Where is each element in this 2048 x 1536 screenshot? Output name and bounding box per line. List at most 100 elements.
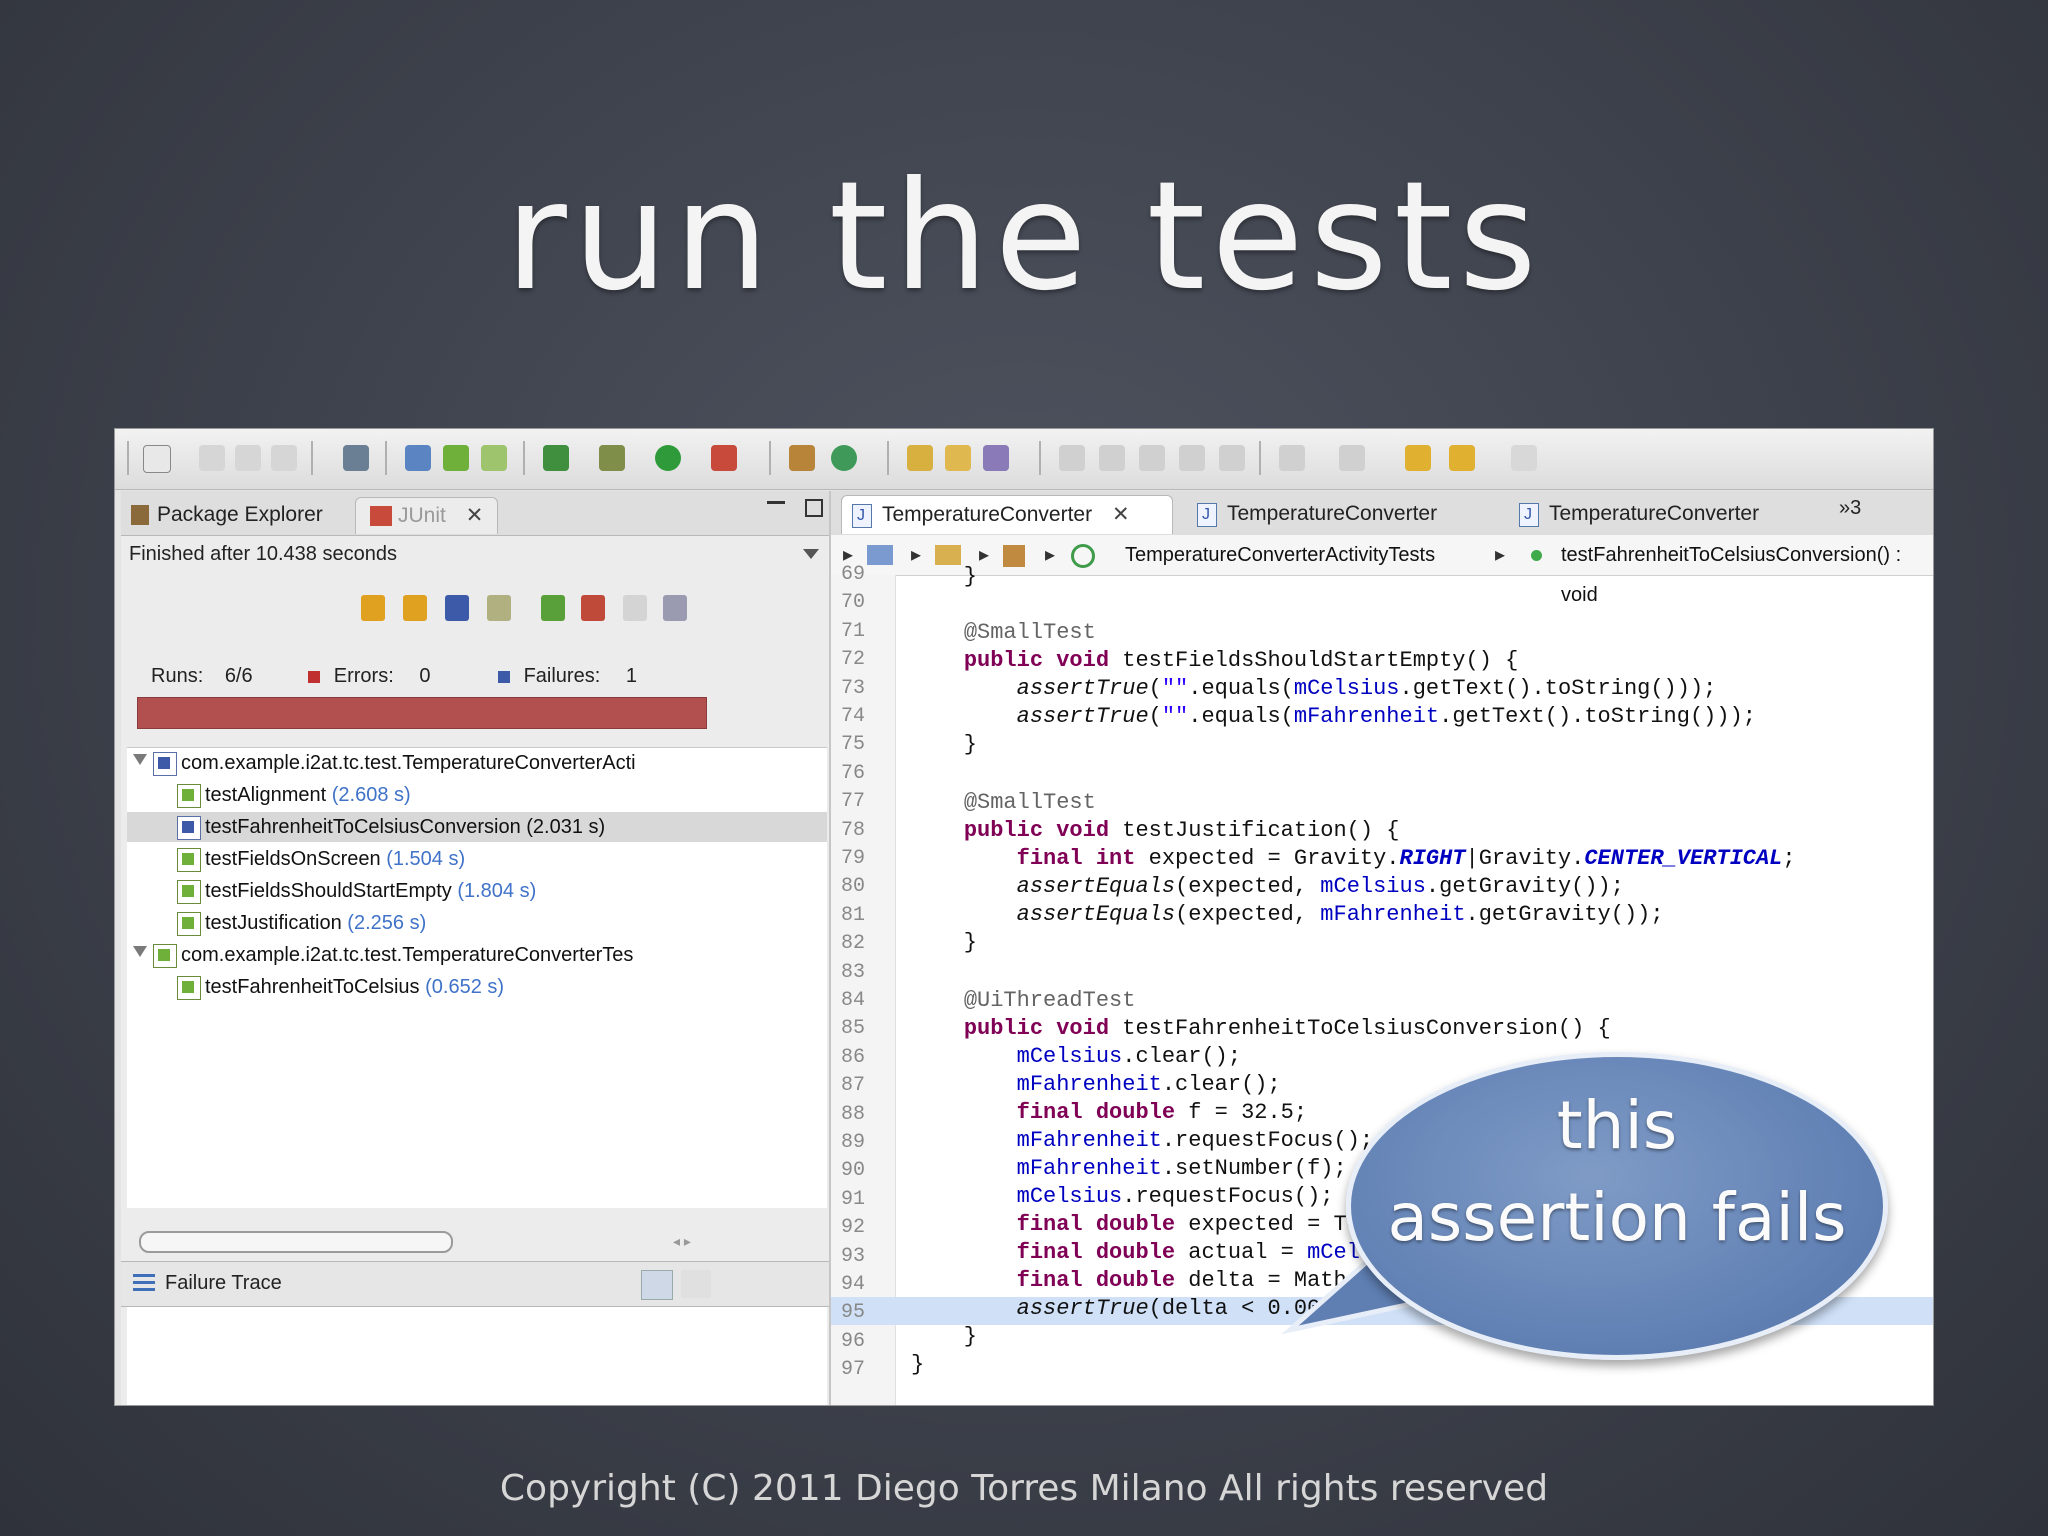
next-failure-icon[interactable]	[361, 595, 385, 621]
main-toolbar	[115, 429, 1933, 490]
show-failures-only-icon[interactable]	[445, 595, 469, 621]
open-type-icon[interactable]	[907, 445, 933, 471]
tree-test[interactable]: testJustification (2.256 s)	[127, 908, 827, 938]
tree-test[interactable]: testFieldsShouldStartEmpty (1.804 s)	[127, 876, 827, 906]
code-line: }	[911, 1324, 978, 1349]
external-tools-icon[interactable]	[711, 445, 737, 471]
code-line: @SmallTest	[963, 620, 1096, 645]
maximize-icon[interactable]	[805, 499, 823, 517]
tree-label: testFieldsOnScreen (1.504 s)	[205, 844, 465, 874]
more-tabs[interactable]: »3	[1839, 497, 1861, 520]
rerun-failed-icon[interactable]	[581, 595, 605, 621]
new-junit-icon[interactable]	[443, 445, 469, 471]
line-number: 82	[841, 932, 866, 956]
code-line: }	[911, 1352, 925, 1377]
compare-icon[interactable]	[681, 1270, 711, 1298]
test-pass-icon	[177, 912, 201, 936]
open-folder-icon[interactable]	[945, 445, 971, 471]
code-line: mCelsius.clear();	[1016, 1044, 1242, 1069]
failure-icon	[498, 670, 510, 683]
source-folder-icon[interactable]	[935, 545, 961, 565]
package-icon	[131, 505, 149, 526]
new-java-class-icon[interactable]	[789, 445, 815, 471]
close-icon[interactable]: ✕	[1112, 503, 1130, 526]
close-icon[interactable]: ✕	[466, 504, 484, 527]
editor-tab[interactable]: TemperatureConverter	[1509, 495, 1839, 534]
rerun-icon[interactable]	[541, 595, 565, 621]
stop-icon[interactable]	[623, 595, 647, 621]
download-icon[interactable]	[343, 445, 369, 471]
breadcrumb-class[interactable]: TemperatureConverterActivityTests	[1125, 535, 1435, 575]
code-line: }	[911, 732, 978, 757]
paragraph-icon[interactable]	[1219, 445, 1245, 471]
run-icon[interactable]	[655, 445, 681, 471]
print-icon[interactable]	[271, 445, 297, 471]
history-icon[interactable]	[663, 595, 687, 621]
debug-icon[interactable]	[599, 445, 625, 471]
tree-label: testFieldsShouldStartEmpty (1.804 s)	[205, 876, 536, 906]
editor-tab-active[interactable]: TemperatureConverter ✕	[841, 495, 1173, 535]
forward-icon[interactable]	[1511, 445, 1537, 471]
line-number: 81	[841, 903, 866, 927]
failure-trace-label: Failure Trace	[165, 1272, 282, 1294]
horizontal-scrollbar[interactable]: ◂ ▸	[139, 1231, 707, 1253]
last-edit-icon[interactable]	[1405, 445, 1431, 471]
test-name: testAlignment	[205, 784, 327, 806]
chevron-right-icon: ▸	[979, 544, 990, 566]
editor-tab[interactable]: TemperatureConverter	[1187, 495, 1527, 534]
toolbar-separator	[1039, 441, 1041, 475]
code-line: final double f = 32.5;	[1016, 1100, 1308, 1125]
expand-icon[interactable]	[133, 754, 147, 765]
view-menu-icon[interactable]	[803, 549, 819, 559]
tree-test-selected[interactable]: testFahrenheitToCelsiusConversion (2.031…	[127, 812, 827, 842]
toolbar-separator	[311, 441, 313, 475]
toggle-mark-icon[interactable]	[1059, 445, 1085, 471]
slide-title: run the tests	[505, 150, 1543, 324]
line-number: 89	[841, 1131, 866, 1154]
tree-suite[interactable]: com.example.i2at.tc.test.TemperatureConv…	[127, 748, 827, 778]
new-class-icon[interactable]	[481, 445, 507, 471]
minimize-icon[interactable]	[767, 501, 785, 504]
next-annotation-icon[interactable]	[1279, 445, 1305, 471]
line-number: 96	[841, 1329, 866, 1353]
test-time: (2.608 s)	[331, 784, 411, 806]
package-icon[interactable]	[1003, 545, 1025, 567]
line-number: 70	[841, 591, 866, 615]
tree-test[interactable]: testFieldsOnScreen (1.504 s)	[127, 844, 827, 874]
scroll-lock-icon[interactable]	[487, 595, 511, 621]
search-icon[interactable]	[983, 445, 1009, 471]
expand-icon[interactable]	[133, 946, 147, 957]
callout-line-2: assertion fails	[1387, 1179, 1847, 1256]
scroll-arrows-icon[interactable]: ◂ ▸	[673, 1233, 691, 1250]
callout-line-1: this	[1556, 1087, 1678, 1164]
scrollbar-thumb[interactable]	[139, 1231, 453, 1253]
test-time: (1.504 s)	[386, 848, 466, 870]
code-line: mFahrenheit.setNumber(f);	[1016, 1156, 1347, 1181]
new-package-icon[interactable]	[405, 445, 431, 471]
tree-suite[interactable]: com.example.i2at.tc.test.TemperatureConv…	[127, 940, 827, 970]
back-icon[interactable]	[1449, 445, 1475, 471]
filter-stack-icon[interactable]	[641, 1270, 673, 1300]
prev-annotation-icon[interactable]	[1339, 445, 1365, 471]
line-number: 72	[841, 648, 866, 672]
block-icon[interactable]	[1179, 445, 1205, 471]
previous-failure-icon[interactable]	[403, 595, 427, 621]
line-number: 95	[841, 1301, 866, 1325]
tree-test[interactable]: testFahrenheitToCelsius (0.652 s)	[127, 972, 827, 1002]
line-number: 90	[841, 1159, 866, 1183]
line-number: 86	[841, 1045, 866, 1069]
tab-junit[interactable]: JUnit ✕	[355, 497, 499, 534]
pins-icon[interactable]	[1139, 445, 1165, 471]
save-icon[interactable]	[199, 445, 225, 471]
refresh-icon[interactable]	[831, 445, 857, 471]
android-icon[interactable]	[543, 445, 569, 471]
line-number: 85	[841, 1017, 866, 1041]
test-pass-icon	[177, 976, 201, 1000]
java-file-icon	[1197, 496, 1217, 534]
test-time: (1.804 s)	[457, 880, 537, 902]
tree-test[interactable]: testAlignment (2.608 s)	[127, 780, 827, 810]
tab-package-explorer[interactable]: Package Explorer	[131, 497, 323, 533]
new-icon[interactable]	[143, 445, 171, 473]
pen-icon[interactable]	[1099, 445, 1125, 471]
save-all-icon[interactable]	[235, 445, 261, 471]
